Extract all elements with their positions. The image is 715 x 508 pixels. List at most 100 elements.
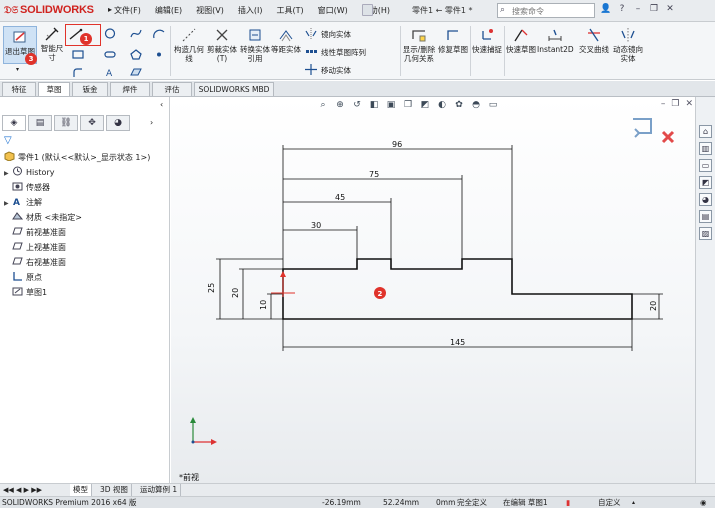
move-icon[interactable] [305,64,317,75]
instant2d-button[interactable]: Instant2D [537,27,574,54]
fillet-icon[interactable] [72,67,84,78]
tree-item-material[interactable]: 材质 <未指定> [12,211,82,226]
tab-weldments[interactable]: 焊件 [110,82,150,96]
minimize-icon[interactable]: – [632,3,644,16]
tree-root[interactable]: 零件1 (默认<<默认>_显示状态 1>) [4,151,150,166]
tree-item-history[interactable]: ▶ History [4,166,54,181]
menu-view[interactable]: 视图(V) [196,5,224,16]
user-icon[interactable]: 👤 [600,3,612,16]
expand-arrow-icon[interactable]: ▶ [4,167,12,181]
dimxpert-tab-icon[interactable]: ✥ [80,115,104,131]
tab-scroll-icons[interactable]: ◀◀ ◀ ▶ ▶▶ [0,484,45,496]
linear-pattern-icon[interactable] [305,46,317,57]
tree-item-right-plane[interactable]: 右视基准面 [12,256,66,271]
move-entities-label[interactable]: 移动实体 [321,65,351,76]
mirror-entities-label[interactable]: 镜向实体 [321,29,351,40]
feature-tree-tab-icon[interactable]: ◈ [2,115,26,131]
dim-10[interactable]: 10 [259,300,268,310]
resources-home-icon[interactable]: ⌂ [699,125,712,138]
appearances-icon[interactable]: ◕ [699,193,712,206]
tab-sheet-metal[interactable]: 钣金 [72,82,108,96]
dim-20-left[interactable]: 20 [231,288,240,298]
dynamic-mirror-button[interactable]: 动态镜向实体 [611,27,645,63]
menu-file[interactable]: 文件(F) [114,5,141,16]
design-library-icon[interactable]: ▥ [699,142,712,155]
menu-tools[interactable]: 工具(T) [276,5,303,16]
plane-icon[interactable] [130,67,142,78]
tree-item-origin[interactable]: 原点 [12,271,42,286]
spline-icon[interactable] [130,28,142,39]
sketch-profile[interactable] [282,258,633,320]
show-relations-button[interactable]: 显示/删除几何关系 [402,27,436,63]
dim-30[interactable]: 30 [311,221,321,230]
rectangle-icon[interactable] [72,49,84,60]
menu-insert[interactable]: 插入(I) [238,5,263,16]
exit-sketch-dropdown-icon[interactable]: ▾ [16,66,19,73]
forum-icon[interactable]: ▨ [699,227,712,240]
tab-motion-study[interactable]: 运动算例 1 [137,484,182,496]
circle-icon[interactable] [104,28,116,39]
property-manager-tab-icon[interactable]: ▤ [28,115,52,131]
tree-item-sketch1[interactable]: 草图1 [12,286,47,301]
tree-item-sensors[interactable]: 传感器 [12,181,50,196]
tree-item-front-plane[interactable]: 前视基准面 [12,226,66,241]
file-explorer-icon[interactable]: ▭ [699,159,712,172]
dim-75[interactable]: 75 [369,170,379,179]
rapid-sketch-button[interactable]: 快速草图 [506,27,536,54]
filter-icon[interactable]: ▽ [4,135,12,146]
point-icon[interactable] [153,49,165,60]
quick-snaps-button[interactable]: 快速捕捉 [472,27,502,54]
menu-expand-icon[interactable]: ▸ [108,5,112,14]
sketch-origin-icon[interactable] [271,271,295,297]
panel-collapse-icon[interactable]: ‹ [160,100,163,109]
dim-45[interactable]: 45 [335,193,345,202]
slot-icon[interactable] [104,49,116,60]
dynamic-mirror-icon [620,27,636,43]
search-input[interactable]: ⌕ 搜索命令 [497,3,595,18]
tab-3d-views[interactable]: 3D 视图 [97,484,132,496]
tree-item-label: 前视基准面 [26,228,66,237]
dim-25[interactable]: 25 [207,283,216,293]
mirror-icon[interactable] [305,28,317,39]
view-palette-icon[interactable]: ◩ [699,176,712,189]
arc-icon[interactable] [153,28,165,39]
more-tabs-icon[interactable]: › [150,118,153,127]
tab-features[interactable]: 特征 [2,82,36,96]
configuration-manager-tab-icon[interactable]: ⛓ [54,115,78,131]
help-icon[interactable]: ? [616,3,628,16]
status-help-icon[interactable]: ◉ [700,497,707,508]
pin-icon[interactable] [362,4,373,16]
display-manager-tab-icon[interactable]: ◕ [106,115,130,131]
polygon-icon[interactable] [130,49,142,60]
tab-model[interactable]: 模型 [70,484,92,496]
dim-20-right[interactable]: 20 [649,301,658,311]
title-bar: 𝔇𝔖 SOLIDWORKS ▸ 文件(F) 编辑(E) 视图(V) 插入(I) 工… [0,0,715,22]
tree-item-annotations[interactable]: ▶ A 注解 [4,196,42,211]
dim-145[interactable]: 145 [450,338,465,347]
tab-evaluate[interactable]: 评估 [152,82,192,96]
units-dropdown-icon[interactable]: ▴ [632,497,635,508]
tab-sketch[interactable]: 草图 [38,82,70,96]
dim-96[interactable]: 96 [392,140,402,149]
menu-edit[interactable]: 编辑(E) [155,5,182,16]
menu-window[interactable]: 窗口(W) [318,5,348,16]
tree-item-top-plane[interactable]: 上视基准面 [12,241,66,256]
trim-entities-button[interactable]: 剪裁实体(T) [206,27,238,63]
smart-dimension-button[interactable]: 智能尺寸 [38,26,66,62]
restore-icon[interactable]: ❐ [648,3,660,16]
expand-arrow-icon[interactable]: ▶ [4,197,12,211]
units-selector[interactable]: 自定义 [598,497,621,508]
repair-sketch-button[interactable]: 修复草图 [437,27,469,54]
intersection-curve-button[interactable]: 交叉曲线 [578,27,610,54]
tab-mbd[interactable]: SOLIDWORKS MBD [194,82,274,96]
custom-properties-icon[interactable]: ▤ [699,210,712,223]
solidworks-logo[interactable]: 𝔇𝔖 SOLIDWORKS [4,4,94,16]
close-icon[interactable]: ✕ [664,3,676,16]
convert-entities-button[interactable]: 转换实体引用 [239,27,271,63]
text-icon[interactable]: A [104,67,116,79]
offset-entities-button[interactable]: 等距实体 [271,27,301,54]
rebuild-icon[interactable]: ▮ [566,497,570,508]
linear-pattern-label[interactable]: 线性草图阵列 [321,47,366,58]
construction-geometry-button[interactable]: 构造几何线 [173,27,205,63]
graphics-area[interactable]: ⌕ ⊕ ↺ ◧ ▣ ❒ ◩ ◐ ✿ ◓ ▭ – ❐ ✕ 96 75 45 30 … [171,97,695,483]
